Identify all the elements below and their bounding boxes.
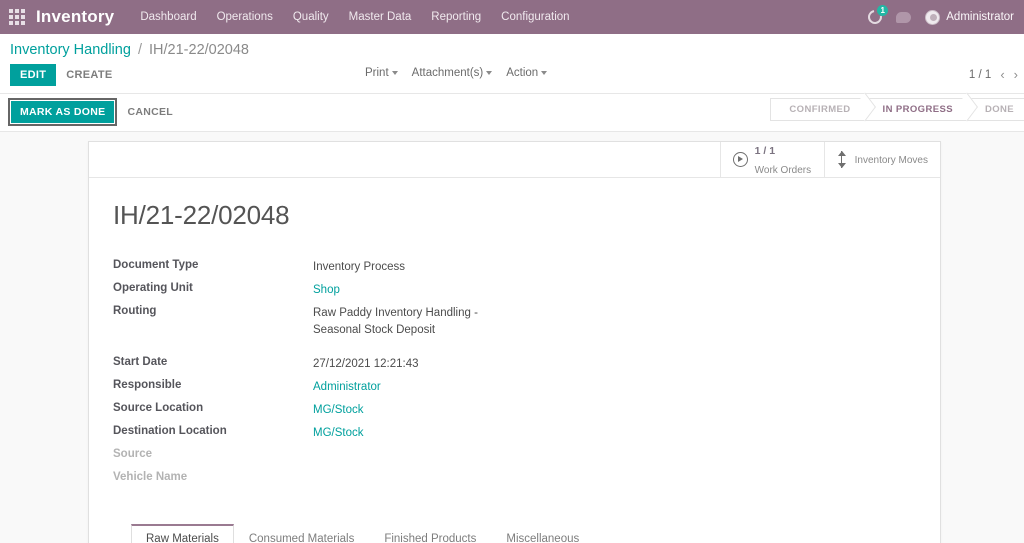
- status-bar: CONFIRMED IN PROGRESS DONE: [770, 98, 1024, 121]
- user-menu[interactable]: Administrator: [925, 9, 1014, 25]
- mark-as-done-focus-ring: MARK AS DONE: [8, 98, 118, 126]
- chat-bubble-icon[interactable]: [896, 11, 912, 23]
- action-dropdown[interactable]: Action: [506, 67, 548, 79]
- play-circle-icon: [732, 152, 748, 167]
- breadcrumb-root[interactable]: Inventory Handling: [10, 42, 131, 58]
- field-label-start-date: Start Date: [113, 356, 168, 369]
- field-start-date: Start Date 27/12/2021 12:21:43: [113, 356, 543, 373]
- breadcrumb-current: IH/21-22/02048: [149, 42, 249, 58]
- menu-item-configuration[interactable]: Configuration: [501, 11, 569, 23]
- field-label-document-type: Document Type: [113, 259, 199, 271]
- smart-button-box: 1 / 1 Work Orders Inventory Moves: [89, 142, 940, 178]
- field-destination-location: Destination Location MG/Stock: [113, 425, 543, 442]
- field-routing: Routing Raw Paddy Inventory Handling - S…: [113, 305, 543, 338]
- chevron-down-icon: [486, 70, 493, 75]
- field-document-type: Document Type Inventory Process: [113, 259, 543, 276]
- control-panel: Inventory Handling / IH/21-22/02048 EDIT…: [0, 34, 1024, 94]
- field-value-routing: Raw Paddy Inventory Handling - Seasonal …: [313, 307, 478, 336]
- tab-miscellaneous[interactable]: Miscellaneous: [491, 524, 594, 543]
- apps-grid-icon[interactable]: [6, 6, 28, 28]
- app-brand-title[interactable]: Inventory: [36, 7, 114, 27]
- smart-button-work-orders[interactable]: 1 / 1 Work Orders: [719, 142, 824, 177]
- field-value-document-type: Inventory Process: [313, 261, 406, 273]
- chevron-down-icon: [541, 70, 548, 75]
- main-content-area: 1 / 1 Work Orders Inventory Moves IH/21-…: [0, 132, 1024, 543]
- menu-item-master-data[interactable]: Master Data: [349, 11, 412, 23]
- activity-count-badge: 1: [877, 5, 889, 16]
- work-orders-label: Work Orders: [754, 164, 812, 176]
- cancel-button[interactable]: CANCEL: [117, 101, 183, 123]
- field-value-start-date: 27/12/2021 12:21:43: [313, 358, 419, 371]
- field-value-responsible[interactable]: Administrator: [313, 379, 381, 396]
- breadcrumb: Inventory Handling / IH/21-22/02048: [10, 42, 1014, 58]
- edit-button[interactable]: EDIT: [10, 64, 57, 86]
- mark-as-done-button[interactable]: MARK AS DONE: [11, 101, 115, 123]
- field-source-location: Source Location MG/Stock: [113, 402, 543, 419]
- field-label-source: Source: [113, 448, 152, 461]
- field-groups: Document Type Inventory Process Operatin…: [113, 259, 916, 494]
- control-panel-actions: EDIT CREATE Print Attachment(s) Action 1…: [0, 58, 1024, 93]
- menu-item-reporting[interactable]: Reporting: [431, 11, 481, 23]
- attachments-dropdown[interactable]: Attachment(s): [412, 67, 493, 79]
- record-form-sheet: 1 / 1 Work Orders Inventory Moves IH/21-…: [88, 141, 941, 543]
- field-label-responsible: Responsible: [113, 379, 182, 392]
- field-vehicle-name: Vehicle Name: [113, 471, 543, 488]
- status-stage-confirmed[interactable]: CONFIRMED: [770, 98, 865, 121]
- navbar-right-tools: 1 Administrator: [865, 5, 1014, 27]
- breadcrumb-separator: /: [137, 42, 142, 58]
- avatar: [925, 9, 941, 25]
- record-pager: 1 / 1 ‹ ›: [969, 67, 1018, 82]
- field-responsible: Responsible Administrator: [113, 379, 543, 396]
- field-label-destination-location: Destination Location: [113, 425, 227, 438]
- status-stage-in-progress[interactable]: IN PROGRESS: [863, 98, 967, 121]
- notebook-tabs: Raw Materials Consumed Materials Finishe…: [113, 524, 916, 543]
- chevron-down-icon: [391, 70, 398, 75]
- inventory-moves-label: Inventory Moves: [854, 155, 928, 167]
- main-menu: Dashboard Operations Quality Master Data…: [140, 11, 868, 23]
- menu-item-dashboard[interactable]: Dashboard: [140, 11, 196, 23]
- record-action-menus: Print Attachment(s) Action: [365, 67, 548, 79]
- field-label-routing: Routing: [113, 305, 157, 317]
- notebook: Raw Materials Consumed Materials Finishe…: [113, 524, 916, 543]
- print-dropdown[interactable]: Print: [365, 67, 398, 79]
- field-value-operating-unit[interactable]: Shop: [313, 282, 340, 299]
- field-source: Source: [113, 448, 543, 465]
- record-status-row: MARK AS DONE CANCEL CONFIRMED IN PROGRES…: [0, 94, 1024, 132]
- field-group-main: Document Type Inventory Process Operatin…: [113, 259, 543, 494]
- tab-raw-materials[interactable]: Raw Materials: [131, 524, 234, 543]
- field-value-destination-location[interactable]: MG/Stock: [313, 425, 363, 442]
- form-body: IH/21-22/02048 Document Type Inventory P…: [89, 178, 940, 543]
- chevron-right-icon[interactable]: ›: [1014, 67, 1018, 82]
- field-label-vehicle-name: Vehicle Name: [113, 471, 188, 484]
- field-label-source-location: Source Location: [113, 402, 204, 415]
- top-navbar: Inventory Dashboard Operations Quality M…: [0, 0, 1024, 34]
- chevron-left-icon[interactable]: ‹: [1000, 67, 1004, 82]
- breadcrumb-row: Inventory Handling / IH/21-22/02048: [0, 34, 1024, 58]
- tab-consumed-materials[interactable]: Consumed Materials: [234, 524, 369, 543]
- activity-menu[interactable]: 1: [865, 5, 889, 27]
- field-operating-unit: Operating Unit Shop: [113, 282, 543, 299]
- pager-counter: 1 / 1: [968, 68, 992, 81]
- work-orders-count: 1 / 1: [754, 145, 776, 158]
- menu-item-operations[interactable]: Operations: [217, 11, 273, 23]
- arrows-up-down-icon: [837, 151, 848, 168]
- smart-button-inventory-moves[interactable]: Inventory Moves: [823, 142, 940, 177]
- field-value-source-location[interactable]: MG/Stock: [313, 402, 363, 419]
- page-title: IH/21-22/02048: [113, 200, 290, 230]
- menu-item-quality[interactable]: Quality: [293, 11, 329, 23]
- user-name-label: Administrator: [946, 11, 1014, 23]
- tab-finished-products[interactable]: Finished Products: [369, 524, 491, 543]
- create-button[interactable]: CREATE: [56, 64, 122, 86]
- field-label-operating-unit: Operating Unit: [113, 282, 193, 294]
